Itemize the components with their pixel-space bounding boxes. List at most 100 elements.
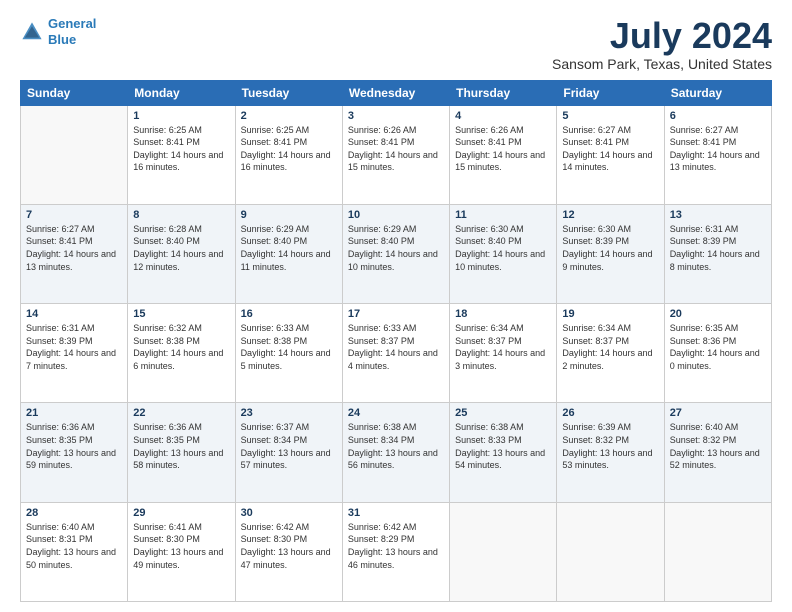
sunset-text: Sunset: 8:41 PM <box>562 137 629 147</box>
sunrise-text: Sunrise: 6:31 AM <box>26 323 95 333</box>
daylight-text: Daylight: 14 hours and 11 minutes. <box>241 249 331 272</box>
day-number: 14 <box>26 308 122 320</box>
table-row: 26Sunrise: 6:39 AMSunset: 8:32 PMDayligh… <box>557 403 664 502</box>
sunrise-text: Sunrise: 6:27 AM <box>562 125 631 135</box>
sunrise-text: Sunrise: 6:40 AM <box>26 522 95 532</box>
day-number: 18 <box>455 308 551 320</box>
table-row: 7Sunrise: 6:27 AMSunset: 8:41 PMDaylight… <box>21 204 128 303</box>
page: General Blue July 2024 Sansom Park, Texa… <box>0 0 792 612</box>
day-number: 6 <box>670 110 766 122</box>
sunset-text: Sunset: 8:41 PM <box>241 137 308 147</box>
table-row: 22Sunrise: 6:36 AMSunset: 8:35 PMDayligh… <box>128 403 235 502</box>
day-info: Sunrise: 6:38 AMSunset: 8:34 PMDaylight:… <box>348 421 444 471</box>
table-row: 11Sunrise: 6:30 AMSunset: 8:40 PMDayligh… <box>450 204 557 303</box>
sunset-text: Sunset: 8:36 PM <box>670 336 737 346</box>
day-number: 26 <box>562 407 658 419</box>
daylight-text: Daylight: 14 hours and 6 minutes. <box>133 348 223 371</box>
daylight-text: Daylight: 14 hours and 9 minutes. <box>562 249 652 272</box>
col-monday: Monday <box>128 80 235 105</box>
table-row: 30Sunrise: 6:42 AMSunset: 8:30 PMDayligh… <box>235 502 342 601</box>
col-saturday: Saturday <box>664 80 771 105</box>
sunset-text: Sunset: 8:32 PM <box>562 435 629 445</box>
table-row: 24Sunrise: 6:38 AMSunset: 8:34 PMDayligh… <box>342 403 449 502</box>
daylight-text: Daylight: 14 hours and 0 minutes. <box>670 348 760 371</box>
calendar-week-row: 7 Sunrise: 6:27 AM Sunset: 8:41 PM Daylight… <box>21 204 772 303</box>
sunrise-text: Sunrise: 6:29 AM <box>348 224 417 234</box>
day-info: Sunrise: 6:34 AMSunset: 8:37 PMDaylight:… <box>455 322 551 372</box>
day-number: 2 <box>241 110 337 122</box>
sunset-text: Sunset: 8:29 PM <box>348 534 415 544</box>
sunrise-text: Sunrise: 6:35 AM <box>670 323 739 333</box>
day-info: Sunrise: 6:38 AMSunset: 8:33 PMDaylight:… <box>455 421 551 471</box>
sunset-text: Sunset: 8:40 PM <box>455 236 522 246</box>
table-row: 15 Sunrise: 6:32 AMSunset: 8:38 PMDayligh… <box>128 304 235 403</box>
calendar-week-row: 1 Sunrise: 6:25 AMSunset: 8:41 PMDaylight… <box>21 105 772 204</box>
sunrise-text: Sunrise: 6:26 AM <box>455 125 524 135</box>
day-number: 3 <box>348 110 444 122</box>
sunset-text: Sunset: 8:35 PM <box>26 435 93 445</box>
sunset-text: Sunset: 8:34 PM <box>348 435 415 445</box>
table-row <box>557 502 664 601</box>
table-row: 12Sunrise: 6:30 AMSunset: 8:39 PMDayligh… <box>557 204 664 303</box>
table-row: 5Sunrise: 6:27 AMSunset: 8:41 PMDaylight… <box>557 105 664 204</box>
day-info: Sunrise: 6:32 AMSunset: 8:38 PMDaylight:… <box>133 322 229 372</box>
table-row <box>664 502 771 601</box>
day-number: 12 <box>562 209 658 221</box>
sunrise-text: Sunrise: 6:38 AM <box>348 422 417 432</box>
sunrise-text: Sunrise: 6:39 AM <box>562 422 631 432</box>
calendar-week-row: 14Sunrise: 6:31 AMSunset: 8:39 PMDayligh… <box>21 304 772 403</box>
table-row: 4Sunrise: 6:26 AMSunset: 8:41 PMDaylight… <box>450 105 557 204</box>
day-number: 27 <box>670 407 766 419</box>
table-row: 8Sunrise: 6:28 AMSunset: 8:40 PMDaylight… <box>128 204 235 303</box>
col-wednesday: Wednesday <box>342 80 449 105</box>
sunrise-text: Sunrise: 6:40 AM <box>670 422 739 432</box>
day-info: Sunrise: 6:42 AMSunset: 8:30 PMDaylight:… <box>241 521 337 571</box>
col-sunday: Sunday <box>21 80 128 105</box>
day-info: Sunrise: 6:36 AMSunset: 8:35 PMDaylight:… <box>133 421 229 471</box>
day-number: 17 <box>348 308 444 320</box>
calendar-week-row: 21Sunrise: 6:36 AMSunset: 8:35 PMDayligh… <box>21 403 772 502</box>
sunrise-text: Sunrise: 6:34 AM <box>562 323 631 333</box>
table-row: 25Sunrise: 6:38 AMSunset: 8:33 PMDayligh… <box>450 403 557 502</box>
daylight-text: Daylight: 14 hours and 2 minutes. <box>562 348 652 371</box>
table-row: 27Sunrise: 6:40 AMSunset: 8:32 PMDayligh… <box>664 403 771 502</box>
sunset-text: Sunset: 8:30 PM <box>133 534 200 544</box>
daylight-text: Daylight: 13 hours and 47 minutes. <box>241 547 331 570</box>
day-number: 16 <box>241 308 337 320</box>
day-info: Sunrise: 6:39 AMSunset: 8:32 PMDaylight:… <box>562 421 658 471</box>
daylight-text: Daylight: 14 hours and 3 minutes. <box>455 348 545 371</box>
day-number: 7 <box>26 209 122 221</box>
sunrise-text: Sunrise: 6:30 AM <box>562 224 631 234</box>
table-row: 31Sunrise: 6:42 AMSunset: 8:29 PMDayligh… <box>342 502 449 601</box>
sunset-text: Sunset: 8:41 PM <box>455 137 522 147</box>
sunrise-text: Sunrise: 6:27 AM <box>26 224 95 234</box>
sunset-text: Sunset: 8:39 PM <box>670 236 737 246</box>
day-info: Sunrise: 6:25 AMSunset: 8:41 PMDaylight:… <box>133 124 229 174</box>
table-row: 28Sunrise: 6:40 AMSunset: 8:31 PMDayligh… <box>21 502 128 601</box>
daylight-text: Daylight: 14 hours and 8 minutes. <box>670 249 760 272</box>
sunset-text: Sunset: 8:41 PM <box>348 137 415 147</box>
sunset-text: Sunset: 8:41 PM <box>26 236 93 246</box>
day-number: 23 <box>241 407 337 419</box>
daylight-text: Daylight: 14 hours and 14 minutes. <box>562 150 652 173</box>
sunrise-text: Sunrise: 6:31 AM <box>670 224 739 234</box>
daylight-text: Daylight: 13 hours and 57 minutes. <box>241 448 331 471</box>
sunset-text: Sunset: 8:40 PM <box>133 236 200 246</box>
daylight-text: Daylight: 14 hours and 15 minutes. <box>455 150 545 173</box>
day-number: 24 <box>348 407 444 419</box>
table-row: 18 Sunrise: 6:34 AMSunset: 8:37 PMDayligh… <box>450 304 557 403</box>
day-number: 1 <box>133 110 229 122</box>
daylight-text: Daylight: 14 hours and 13 minutes. <box>670 150 760 173</box>
day-info: Sunrise: 6:33 AMSunset: 8:38 PMDaylight:… <box>241 322 337 372</box>
day-info: Sunrise: 6:42 AMSunset: 8:29 PMDaylight:… <box>348 521 444 571</box>
day-number: 8 <box>133 209 229 221</box>
daylight-text: Daylight: 13 hours and 59 minutes. <box>26 448 116 471</box>
table-row: 14Sunrise: 6:31 AMSunset: 8:39 PMDayligh… <box>21 304 128 403</box>
day-number: 28 <box>26 507 122 519</box>
daylight-text: Daylight: 14 hours and 5 minutes. <box>241 348 331 371</box>
sunrise-text: Sunrise: 6:30 AM <box>455 224 524 234</box>
day-number: 15 <box>133 308 229 320</box>
col-tuesday: Tuesday <box>235 80 342 105</box>
daylight-text: Daylight: 13 hours and 54 minutes. <box>455 448 545 471</box>
sunset-text: Sunset: 8:37 PM <box>348 336 415 346</box>
